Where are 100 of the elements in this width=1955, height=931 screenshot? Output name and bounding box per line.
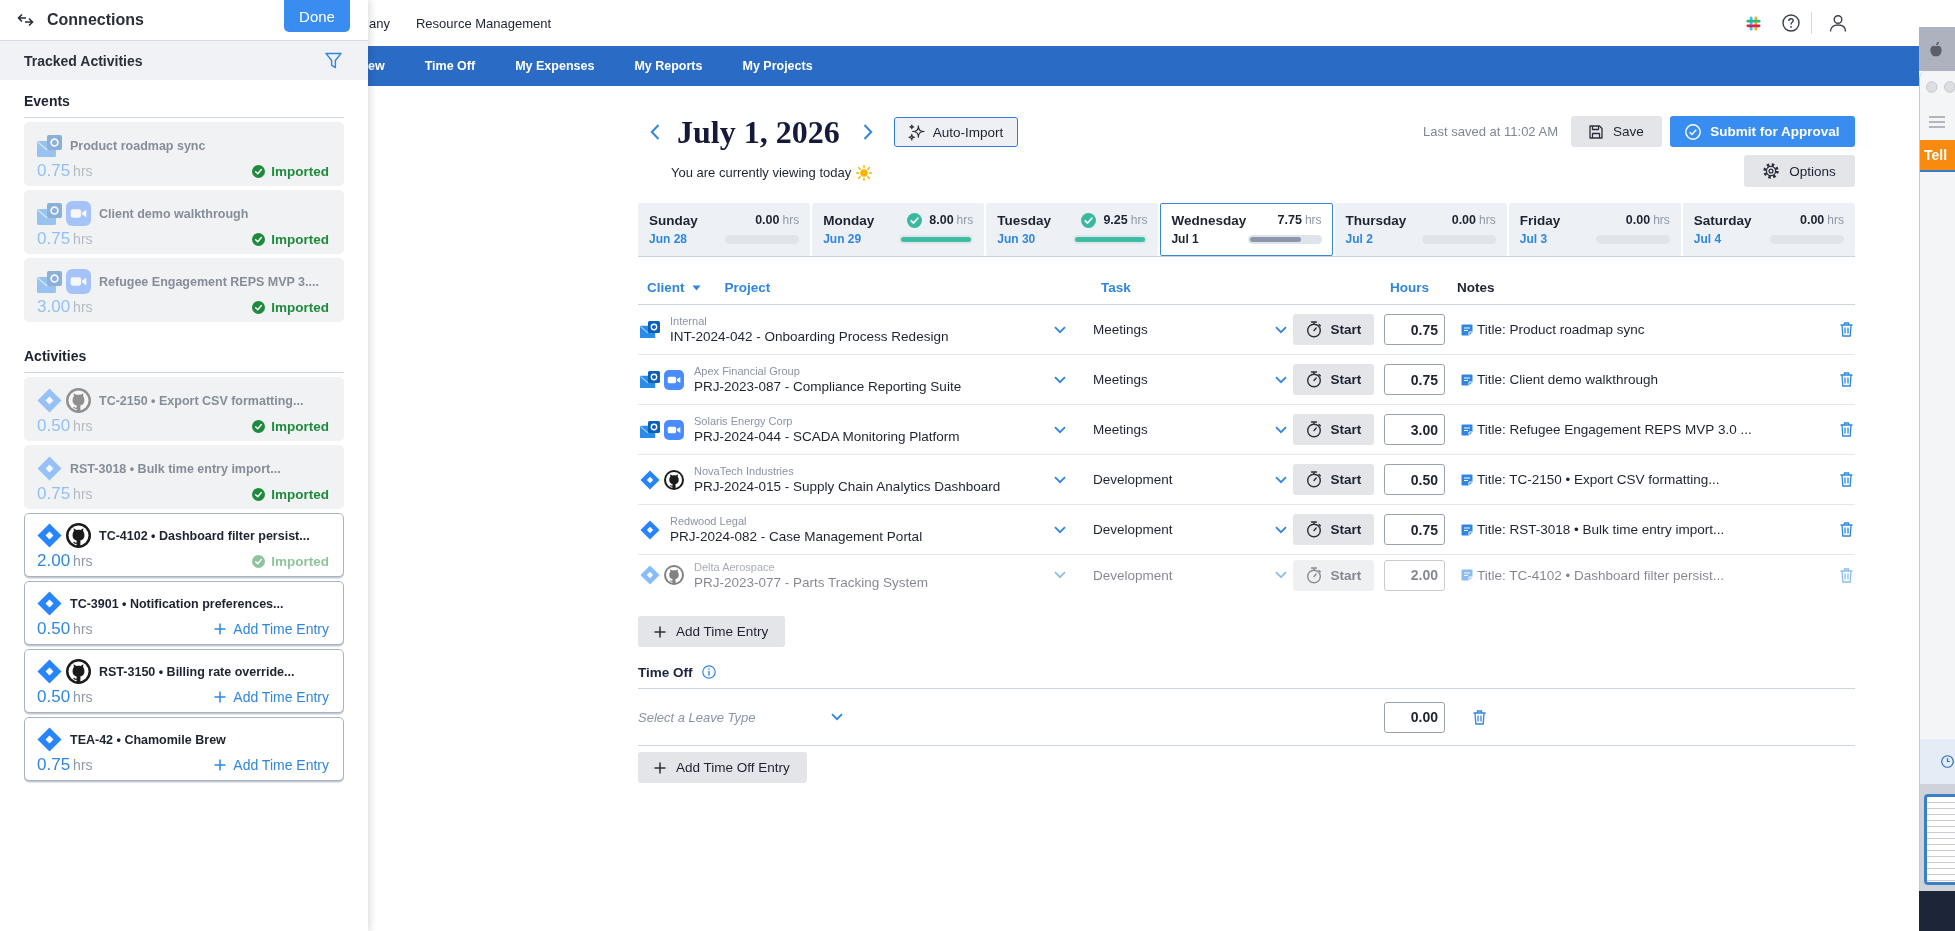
hours-unit: hrs (1304, 213, 1322, 227)
add-time-entry-button[interactable]: Add Time Entry (638, 616, 786, 647)
status-text: Imported (271, 486, 329, 502)
stopwatch-icon (1305, 371, 1322, 388)
help-icon[interactable] (1782, 14, 1800, 32)
top-nav-link[interactable]: Resource Management (415, 15, 552, 31)
hours-input[interactable]: 0.75 (1384, 364, 1445, 395)
trash-icon[interactable] (1840, 422, 1853, 437)
activity-card[interactable]: Client demo walkthrough 0.75 hrs Imported (24, 190, 344, 254)
chevron-down-icon[interactable] (1054, 375, 1066, 384)
activity-card[interactable]: Refugee Engagement REPS MVP 3.... 3.00 hrs Imported (24, 258, 344, 322)
stopwatch-icon (1305, 521, 1322, 538)
cat-silhouette-icon (664, 565, 684, 585)
check-circle-icon (252, 487, 266, 501)
day-hours: 8.00 (929, 213, 954, 227)
filter-icon[interactable] (325, 52, 342, 69)
screenshot-thumbnail[interactable] (1924, 794, 1955, 885)
arrows-icon (17, 13, 34, 27)
chevron-down-icon[interactable] (1054, 325, 1066, 334)
trash-icon[interactable] (1473, 709, 1486, 725)
top-nav-link[interactable]: any (369, 15, 390, 31)
options-button[interactable]: Options (1744, 155, 1855, 187)
chevron-down-icon[interactable] (1275, 475, 1287, 484)
nav-tab[interactable]: My Reports (634, 59, 703, 73)
start-timer-button[interactable]: Start (1293, 514, 1374, 545)
nav-tab[interactable]: My Expenses (515, 59, 595, 73)
cat-silhouette-icon (66, 388, 91, 413)
user-icon[interactable] (1829, 14, 1847, 32)
column-header[interactable]: Client (647, 280, 685, 295)
add-time-entry-link[interactable]: Add Time Entry (214, 689, 329, 705)
activity-card[interactable]: TEA-42 • Chamomile Brew 0.75 hrs Add Time Entry (24, 717, 344, 781)
hours-input[interactable]: 2.00 (1384, 559, 1445, 591)
nav-tab[interactable]: My Projects (742, 59, 813, 73)
menu-icon[interactable] (1929, 115, 1945, 128)
column-header[interactable]: Project (724, 280, 771, 295)
envelope-icon (37, 270, 62, 293)
chevron-down-icon[interactable] (831, 713, 843, 721)
day-tab[interactable]: Monday 8.00 hrs Jun 29 (812, 203, 985, 256)
activity-card[interactable]: TC-3901 • Notification preferences... 0.50 hrs Add Time Entry (24, 581, 344, 645)
chevron-down-icon[interactable] (1054, 571, 1066, 579)
day-tab[interactable]: Tuesday 9.25 hrs Jun 30 (986, 203, 1159, 256)
activity-card[interactable]: TC-2150 • Export CSV formatting... 0.50 hrs Imported (24, 377, 344, 441)
video-camera-icon (664, 419, 684, 440)
hours-input[interactable]: 0.50 (1384, 464, 1445, 495)
chevron-down-icon[interactable] (1275, 325, 1287, 334)
hours-input[interactable]: 0.75 (1384, 314, 1445, 345)
sort-caret-icon[interactable] (691, 284, 701, 291)
day-tab[interactable]: Wednesday 7.75 hrs Jul 1 (1160, 203, 1333, 256)
apple-icon[interactable] (1928, 40, 1944, 58)
activity-card[interactable]: RST-3150 • Billing rate override... 0.50 hrs Add Time Entry (24, 649, 344, 713)
chevron-down-icon[interactable] (1275, 375, 1287, 384)
chevron-down-icon[interactable] (1275, 425, 1287, 434)
trash-icon[interactable] (1840, 472, 1853, 487)
hours-input[interactable]: 0.75 (1384, 514, 1445, 545)
chevron-left-icon[interactable] (650, 124, 660, 140)
day-tab[interactable]: Saturday 0.00 hrs Jul 4 (1682, 203, 1855, 256)
hours-input[interactable]: 3.00 (1384, 414, 1445, 445)
clock-icon[interactable] (1941, 755, 1954, 768)
add-time-off-entry-button[interactable]: Add Time Off Entry (638, 752, 807, 783)
hours-input[interactable]: 0.00 (1384, 701, 1445, 733)
trash-icon[interactable] (1840, 522, 1853, 537)
chevron-down-icon[interactable] (1054, 475, 1066, 484)
column-header[interactable]: Task (1101, 280, 1131, 295)
activity-card[interactable]: Product roadmap sync 0.75 hrs Imported (24, 122, 344, 186)
start-timer-button[interactable]: Start (1293, 364, 1374, 395)
trash-icon[interactable] (1840, 567, 1853, 583)
hash-logo-icon[interactable] (1746, 15, 1761, 31)
activity-card[interactable]: RST-3018 • Bulk time entry import... 0.75 hrs Imported (24, 445, 344, 509)
chevron-right-icon[interactable] (862, 124, 873, 140)
day-name: Monday (823, 212, 876, 228)
day-tab[interactable]: Friday 0.00 hrs Jul 3 (1508, 203, 1681, 256)
day-hours: 0.00 (1451, 213, 1477, 227)
nav-tab[interactable]: ew (368, 59, 385, 73)
add-time-entry-link[interactable]: Add Time Entry (214, 757, 329, 773)
start-timer-button[interactable]: Start (1293, 414, 1374, 445)
column-header[interactable]: Hours (1390, 280, 1429, 295)
chevron-down-icon[interactable] (1054, 425, 1066, 434)
day-tab[interactable]: Sunday 0.00 hrs Jun 28 (638, 203, 811, 256)
notes-text: Title: Product roadmap sync (1477, 322, 1645, 337)
day-date: Jun 29 (823, 232, 863, 246)
info-icon[interactable] (701, 665, 716, 679)
nav-tab[interactable]: Time Off (424, 59, 476, 73)
add-time-entry-link[interactable]: Add Time Entry (214, 621, 329, 637)
chevron-down-icon[interactable] (1275, 525, 1287, 534)
stopwatch-icon (1305, 566, 1322, 584)
start-timer-button[interactable]: Start (1293, 314, 1374, 345)
start-timer-button[interactable]: Start (1293, 464, 1374, 495)
project-name: PRJ-2024-044 - SCADA Monitoring Platform (694, 428, 961, 445)
save-button[interactable]: Save (1571, 116, 1662, 147)
auto-import-button[interactable]: Auto-Import (893, 117, 1019, 147)
chevron-down-icon[interactable] (1054, 525, 1066, 534)
trash-icon[interactable] (1840, 322, 1853, 337)
hours-value: 0.75 (37, 161, 71, 181)
day-tab[interactable]: Thursday 0.00 hrs Jul 2 (1334, 203, 1507, 256)
status-text: Imported (271, 553, 329, 569)
last-saved-text: Last saved at 11:02 AM (1423, 124, 1558, 139)
chevron-down-icon[interactable] (1275, 571, 1287, 579)
column-header[interactable]: Notes (1457, 280, 1495, 295)
activity-card[interactable]: TC-4102 • Dashboard filter persist... 2.00 hrs Imported (24, 513, 344, 577)
trash-icon[interactable] (1840, 372, 1853, 387)
